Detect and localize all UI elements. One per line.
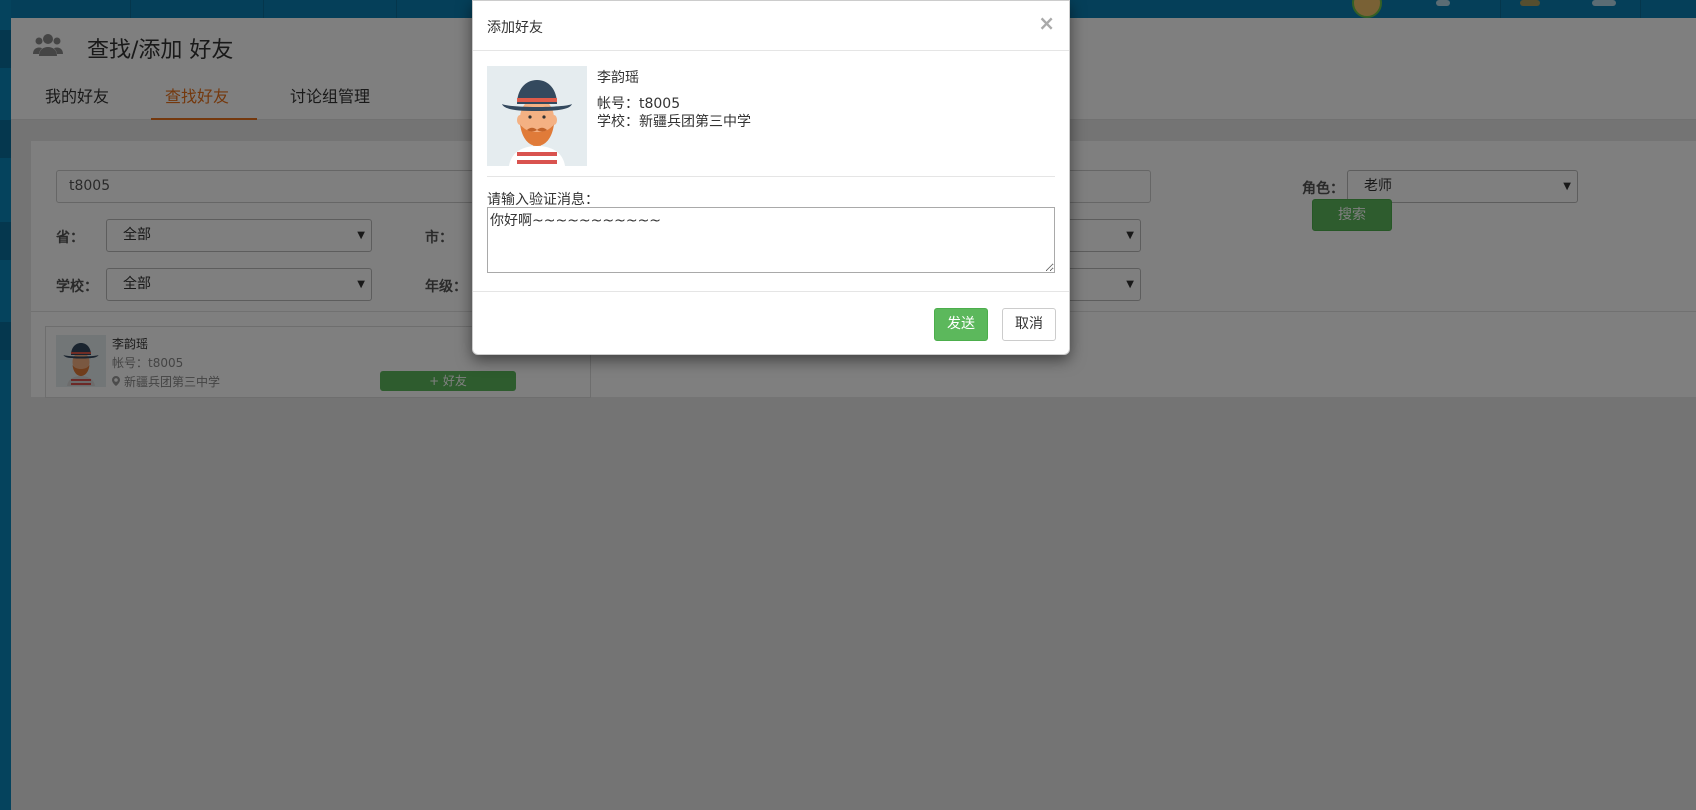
modal-footer-divider xyxy=(473,291,1069,292)
verification-message-textarea[interactable]: 你好啊~~~~~~~~~~~ xyxy=(487,207,1055,273)
modal-header: 添加好友 × xyxy=(473,1,1069,51)
modal-divider xyxy=(487,176,1055,177)
friend-account: 帐号：t8005 xyxy=(597,96,681,112)
message-label: 请输入验证消息： xyxy=(487,192,599,208)
friend-school: 学校：新疆兵团第三中学 xyxy=(597,114,751,130)
modal-title: 添加好友 xyxy=(487,20,543,36)
close-icon[interactable]: × xyxy=(1038,13,1055,33)
send-button[interactable]: 发送 xyxy=(934,308,988,341)
add-friend-modal: 添加好友 × 李韵瑶 帐号：t8005 学校：新疆兵团第三中学 请输入验证消息：… xyxy=(472,0,1070,355)
friend-name: 李韵瑶 xyxy=(597,70,639,86)
friend-avatar xyxy=(487,66,587,166)
cancel-button[interactable]: 取消 xyxy=(1002,308,1056,341)
